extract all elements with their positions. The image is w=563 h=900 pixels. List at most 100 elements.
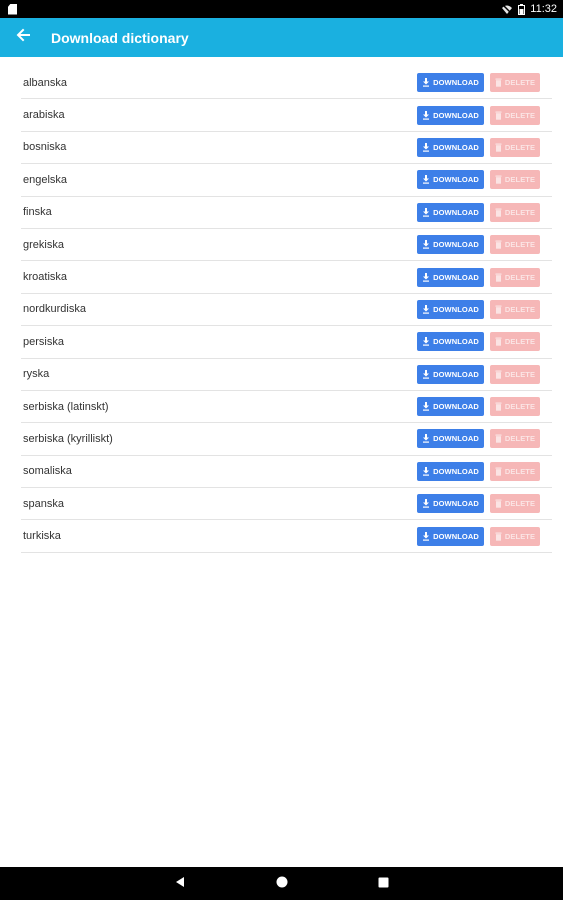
list-item: engelska DOWNLOAD DELETE — [21, 164, 552, 197]
download-icon — [422, 434, 430, 444]
nav-home-icon — [276, 875, 288, 893]
list-item: nordkurdiska DOWNLOAD DELETE — [21, 294, 552, 327]
delete-button[interactable]: DELETE — [490, 461, 540, 481]
download-button[interactable]: DOWNLOAD — [417, 461, 484, 481]
trash-icon — [495, 370, 502, 379]
trash-icon — [495, 402, 502, 411]
download-button[interactable]: DOWNLOAD — [417, 364, 484, 384]
delete-label: DELETE — [504, 499, 536, 509]
row-actions: DOWNLOAD DELETE — [417, 364, 540, 384]
language-label: persiska — [23, 335, 64, 348]
delete-button[interactable]: DELETE — [490, 494, 540, 514]
delete-button[interactable]: DELETE — [490, 299, 540, 319]
delete-button[interactable]: DELETE — [490, 137, 540, 157]
language-label: albanska — [23, 76, 68, 89]
language-label: kroatiska — [23, 271, 68, 284]
download-label: DOWNLOAD — [433, 304, 479, 314]
download-label: DOWNLOAD — [433, 110, 479, 120]
battery-icon — [518, 3, 526, 15]
download-label: DOWNLOAD — [433, 369, 479, 379]
list-item: somaliska DOWNLOAD DELETE — [21, 456, 552, 489]
nav-back-button[interactable] — [168, 872, 192, 896]
language-label: arabiska — [23, 109, 65, 122]
language-label: ryska — [23, 368, 50, 381]
trash-icon — [495, 467, 502, 476]
download-label: DOWNLOAD — [433, 272, 479, 282]
download-icon — [422, 272, 430, 282]
delete-label: DELETE — [504, 78, 536, 88]
nav-home-button[interactable] — [270, 872, 294, 896]
delete-button[interactable]: DELETE — [490, 429, 540, 449]
download-button[interactable]: DOWNLOAD — [417, 429, 484, 449]
language-label: finska — [23, 206, 52, 219]
download-button[interactable]: DOWNLOAD — [417, 105, 484, 125]
download-icon — [422, 304, 430, 314]
download-icon — [422, 337, 430, 347]
trash-icon — [495, 111, 502, 120]
download-button[interactable]: DOWNLOAD — [417, 73, 484, 93]
page-title: Download dictionary — [51, 29, 189, 46]
list-item: grekiska DOWNLOAD DELETE — [21, 229, 552, 262]
row-actions: DOWNLOAD DELETE — [417, 105, 540, 125]
download-icon — [422, 78, 430, 87]
download-button[interactable]: DOWNLOAD — [417, 494, 484, 514]
nav-recents-icon — [378, 875, 389, 893]
language-list: albanska DOWNLOAD DELETE arabiska DOWNLOAD DE… — [21, 67, 552, 553]
download-button[interactable]: DOWNLOAD — [417, 267, 484, 287]
trash-icon — [495, 305, 502, 314]
download-button[interactable]: DOWNLOAD — [417, 137, 484, 157]
language-label: bosniska — [23, 141, 67, 154]
delete-button[interactable]: DELETE — [490, 170, 540, 190]
delete-button[interactable]: DELETE — [490, 526, 540, 546]
app-bar: Download dictionary — [0, 18, 563, 57]
delete-button[interactable]: DELETE — [490, 235, 540, 255]
status-bar: 11:32 — [0, 0, 563, 18]
download-icon — [422, 240, 430, 249]
delete-button[interactable]: DELETE — [490, 397, 540, 417]
language-label: nordkurdiska — [23, 303, 86, 316]
download-label: DOWNLOAD — [433, 531, 479, 541]
download-icon — [422, 369, 430, 379]
download-icon — [422, 402, 430, 411]
delete-button[interactable]: DELETE — [490, 332, 540, 352]
delete-button[interactable]: DELETE — [490, 267, 540, 287]
download-label: DOWNLOAD — [433, 207, 479, 217]
download-icon — [422, 466, 430, 476]
delete-label: DELETE — [504, 337, 536, 347]
download-button[interactable]: DOWNLOAD — [417, 202, 484, 222]
download-button[interactable]: DOWNLOAD — [417, 299, 484, 319]
nav-recents-button[interactable] — [372, 872, 396, 896]
row-actions: DOWNLOAD DELETE — [417, 461, 540, 481]
delete-button[interactable]: DELETE — [490, 73, 540, 93]
download-button[interactable]: DOWNLOAD — [417, 397, 484, 417]
back-button[interactable] — [0, 18, 46, 57]
download-label: DOWNLOAD — [433, 402, 479, 412]
list-item: arabiska DOWNLOAD DELETE — [21, 99, 552, 132]
download-label: DOWNLOAD — [433, 175, 479, 185]
download-icon — [422, 142, 430, 152]
language-label: grekiska — [23, 238, 64, 251]
trash-icon — [495, 434, 502, 444]
row-actions: DOWNLOAD DELETE — [417, 73, 540, 93]
list-item: serbiska (latinskt) DOWNLOAD DELETE — [21, 391, 552, 424]
delete-label: DELETE — [504, 207, 536, 217]
row-actions: DOWNLOAD DELETE — [417, 137, 540, 157]
status-time: 11:32 — [530, 3, 557, 15]
list-item: turkiska DOWNLOAD DELETE — [21, 520, 552, 553]
delete-button[interactable]: DELETE — [490, 105, 540, 125]
download-button[interactable]: DOWNLOAD — [417, 332, 484, 352]
download-button[interactable]: DOWNLOAD — [417, 235, 484, 255]
row-actions: DOWNLOAD DELETE — [417, 429, 540, 449]
language-label: somaliska — [23, 465, 72, 478]
trash-icon — [495, 240, 502, 249]
download-button[interactable]: DOWNLOAD — [417, 526, 484, 546]
trash-icon — [495, 208, 502, 217]
download-label: DOWNLOAD — [433, 499, 479, 509]
sd-card-icon — [8, 3, 17, 15]
language-label: engelska — [23, 173, 68, 186]
download-button[interactable]: DOWNLOAD — [417, 170, 484, 190]
list-item: kroatiska DOWNLOAD DELETE — [21, 261, 552, 294]
delete-button[interactable]: DELETE — [490, 202, 540, 222]
delete-label: DELETE — [504, 402, 536, 412]
delete-button[interactable]: DELETE — [490, 364, 540, 384]
